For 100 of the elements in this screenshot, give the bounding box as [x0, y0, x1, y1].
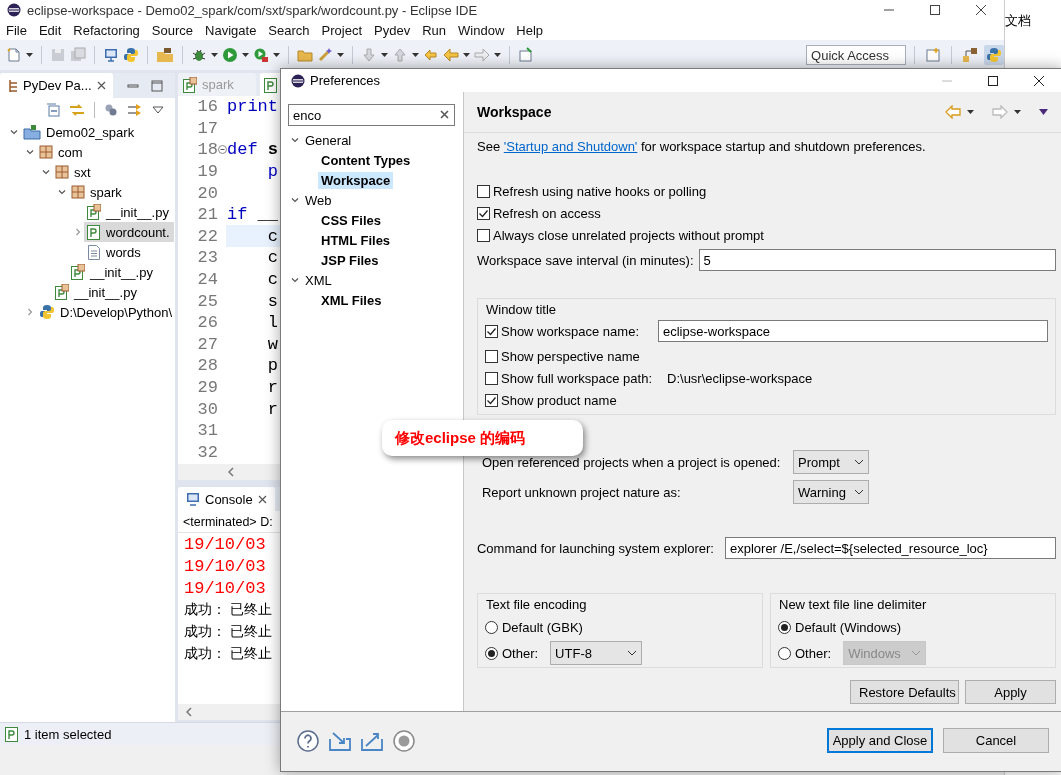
menu-item[interactable]: Pydev — [368, 22, 417, 38]
scroll-left-icon[interactable] — [228, 467, 234, 477]
menu-item[interactable]: Project — [315, 22, 369, 38]
package-icon[interactable] — [156, 47, 174, 63]
filter-field[interactable]: enco — [288, 104, 455, 126]
tree-item[interactable]: Web — [302, 191, 335, 209]
radio-button[interactable] — [485, 620, 498, 634]
tree-item[interactable]: spark — [68, 182, 126, 202]
interval-field[interactable]: 5 — [698, 249, 1056, 271]
checkbox[interactable] — [477, 206, 490, 220]
import-icon[interactable] — [329, 730, 351, 751]
tree-item[interactable]: Demo02_spark — [20, 122, 139, 142]
menu-item[interactable]: File — [0, 22, 33, 38]
caret-icon[interactable] — [211, 53, 218, 57]
close-icon[interactable] — [257, 494, 267, 504]
startup-link[interactable]: 'Startup and Shutdown' — [503, 139, 638, 154]
caret-icon[interactable] — [1014, 110, 1021, 114]
menu-item[interactable]: Window — [452, 22, 511, 38]
radio-button[interactable] — [485, 646, 498, 660]
caret-icon[interactable] — [273, 53, 280, 57]
tree-item[interactable]: sxt — [52, 162, 95, 182]
view-menu-icon[interactable] — [152, 106, 164, 114]
chevron-icon[interactable] — [10, 128, 18, 136]
caret-icon[interactable] — [381, 53, 388, 57]
tree-item[interactable]: words — [84, 242, 145, 262]
caret-icon[interactable] — [242, 53, 249, 57]
checkbox[interactable] — [485, 371, 498, 385]
menu-item[interactable]: Run — [416, 22, 453, 38]
chevron-icon[interactable] — [42, 168, 50, 176]
chevron-icon[interactable] — [291, 136, 299, 144]
tree-item[interactable]: Workspace — [318, 171, 394, 189]
workspace-name-field[interactable]: eclipse-workspace — [658, 320, 1048, 342]
caret-icon[interactable] — [494, 53, 501, 57]
checkbox[interactable] — [485, 393, 498, 407]
caret-icon[interactable] — [463, 53, 470, 57]
quick-access-field[interactable]: Quick Access — [806, 45, 907, 65]
dropdown[interactable]: Prompt — [793, 450, 869, 474]
run-tool-icon[interactable] — [253, 47, 269, 63]
menu-item[interactable]: Navigate — [199, 22, 263, 38]
caret-icon[interactable] — [337, 53, 344, 57]
command-field[interactable]: explorer /E,/select=${selected_resource_loc} — [725, 537, 1056, 559]
tree-item[interactable]: D:\Develop\Python\ — [36, 302, 176, 322]
menu-item[interactable]: Help — [510, 22, 550, 38]
tree-item[interactable]: Content Types — [318, 151, 414, 169]
interpreter-icon[interactable] — [39, 304, 55, 320]
chevron-icon[interactable] — [291, 196, 299, 204]
maximize-icon[interactable] — [988, 75, 998, 86]
chevron-icon[interactable] — [26, 148, 34, 156]
menu-item[interactable]: Source — [145, 22, 200, 38]
chevron-icon[interactable] — [291, 276, 299, 284]
record-icon[interactable] — [393, 729, 415, 752]
help-icon[interactable] — [297, 729, 319, 752]
monitor-icon[interactable] — [103, 47, 119, 63]
interpreter-icon[interactable] — [986, 47, 1003, 63]
dropdown[interactable]: Warning — [793, 480, 869, 504]
menu-item[interactable]: Edit — [32, 22, 68, 38]
view-tab[interactable]: PyDev Pa... — [0, 73, 113, 98]
collapse-all-icon[interactable] — [46, 103, 60, 117]
cancel-button[interactable]: Cancel — [943, 728, 1049, 753]
view-menu-icon[interactable] — [1039, 109, 1048, 115]
caret-icon[interactable] — [412, 53, 419, 57]
dropdown[interactable]: UTF-8 — [550, 641, 643, 665]
close-icon[interactable] — [976, 5, 987, 15]
tree-item[interactable]: XML — [302, 271, 335, 289]
checkbox[interactable] — [477, 228, 490, 242]
filter-icon[interactable] — [104, 103, 118, 117]
close-icon[interactable] — [96, 81, 106, 90]
maximize-icon[interactable] — [930, 5, 941, 15]
tree-item[interactable]: HTML Files — [318, 231, 394, 249]
fold-icon[interactable] — [217, 145, 227, 155]
interpreter-icon[interactable] — [123, 47, 139, 63]
checkbox[interactable] — [485, 324, 498, 338]
close-icon[interactable] — [1034, 75, 1044, 86]
tree-item[interactable]: __init__.py — [52, 282, 141, 302]
apply-button[interactable]: Apply — [965, 680, 1056, 704]
tree-item[interactable]: com — [36, 142, 87, 162]
menu-item[interactable]: Refactoring — [67, 22, 146, 38]
sync-icon[interactable] — [127, 103, 143, 117]
bug-icon[interactable] — [191, 47, 207, 63]
menu-item[interactable]: Search — [262, 22, 316, 38]
restore-defaults-button[interactable]: Restore Defaults — [850, 680, 959, 704]
perspective-icon[interactable] — [962, 47, 979, 63]
scroll-left-icon[interactable] — [186, 707, 192, 717]
run-icon[interactable] — [222, 47, 238, 63]
caret-icon[interactable] — [26, 53, 33, 57]
tree-item[interactable]: CSS Files — [318, 211, 384, 229]
caret-icon[interactable] — [967, 110, 974, 114]
clear-icon[interactable] — [440, 110, 449, 119]
view-tab[interactable]: Console — [178, 487, 275, 511]
tree-item[interactable]: __init__.py — [84, 202, 173, 222]
apply-and-close-button[interactable]: Apply and Close — [827, 728, 933, 753]
tree-item[interactable]: __init__.py — [68, 262, 157, 282]
tree-item[interactable]: General — [302, 131, 355, 149]
checkbox[interactable] — [477, 184, 490, 198]
tree-item[interactable]: JSP Files — [318, 251, 382, 269]
chevron-icon[interactable] — [58, 188, 66, 196]
export-icon[interactable] — [361, 730, 383, 751]
new-window-icon[interactable] — [518, 47, 534, 63]
tree-item[interactable]: XML Files — [318, 291, 385, 309]
tree-item[interactable]: wordcount. — [84, 222, 174, 242]
